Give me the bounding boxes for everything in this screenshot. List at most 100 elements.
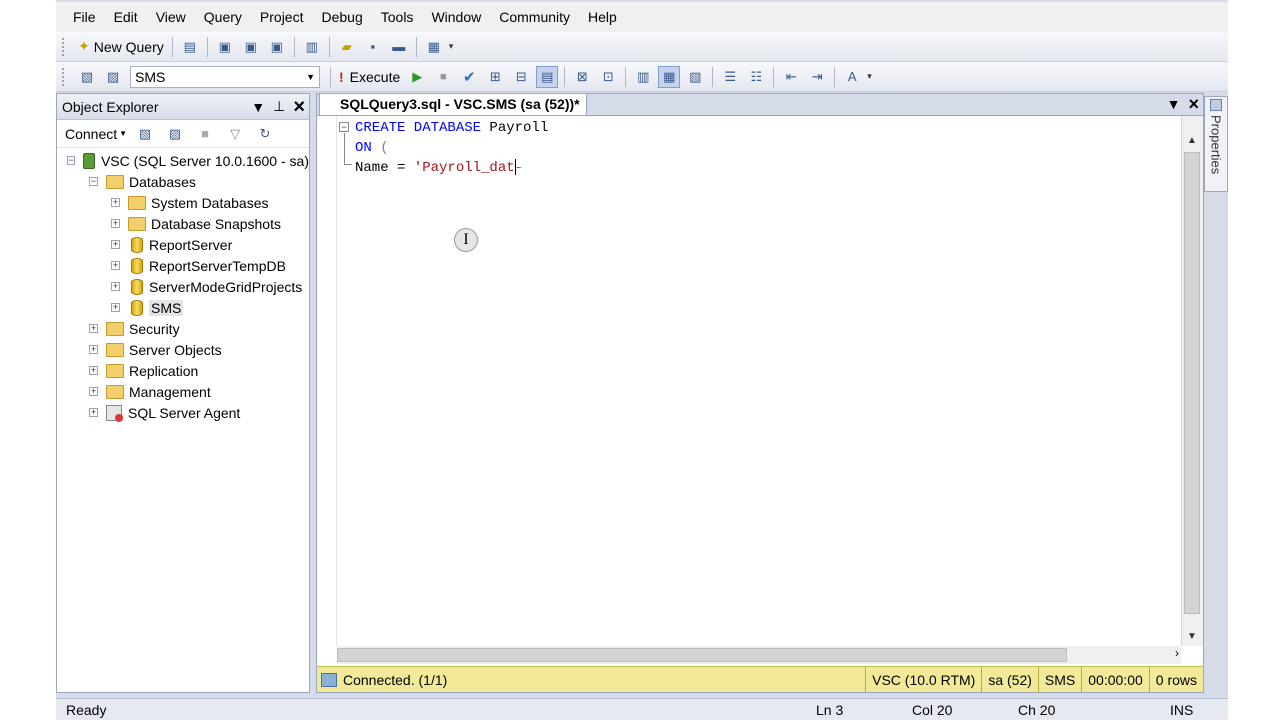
- tree-node-reportservertempdb[interactable]: + ReportServerTempDB: [57, 255, 309, 276]
- include-client-statistics-icon[interactable]: ⊡: [597, 66, 619, 88]
- open-file-icon[interactable]: ▰: [336, 36, 358, 58]
- editor-gutter: [317, 116, 337, 646]
- tree-node-label: Security: [129, 320, 180, 337]
- new-query-button[interactable]: ✦ New Query: [74, 38, 168, 55]
- expand-icon[interactable]: +: [89, 324, 98, 333]
- expand-icon[interactable]: +: [111, 261, 120, 270]
- query-designer-icon[interactable]: ⊟: [510, 66, 532, 88]
- toolbar-grip[interactable]: [62, 37, 68, 56]
- display-estimated-plan-icon[interactable]: ⊞: [484, 66, 506, 88]
- menu-community[interactable]: Community: [490, 5, 579, 29]
- menu-help[interactable]: Help: [579, 5, 626, 29]
- cancel-query-icon[interactable]: ■: [432, 66, 454, 88]
- scroll-up-icon[interactable]: ▲: [1182, 130, 1202, 150]
- toolbar-grip[interactable]: [62, 67, 68, 86]
- refresh-icon[interactable]: ↻: [254, 123, 276, 145]
- menu-tools[interactable]: Tools: [372, 5, 423, 29]
- parse-check-icon[interactable]: ✔: [458, 66, 480, 88]
- tree-node-system-databases[interactable]: + System Databases: [57, 192, 309, 213]
- horizontal-scroll-thumb[interactable]: [337, 648, 1067, 662]
- tree-node-database-snapshots[interactable]: + Database Snapshots: [57, 213, 309, 234]
- debug-play-icon[interactable]: ▶: [406, 66, 428, 88]
- query-status-bar: Connected. (1/1) VSC (10.0 RTM) sa (52) …: [317, 666, 1203, 693]
- analysis-services-mdx-icon[interactable]: ▣: [214, 36, 236, 58]
- tree-node-security[interactable]: + Security: [57, 318, 309, 339]
- expand-icon[interactable]: +: [111, 303, 120, 312]
- horizontal-scrollbar[interactable]: ›: [337, 646, 1181, 664]
- pin-icon[interactable]: ⊥: [273, 98, 285, 115]
- fold-line: [344, 133, 345, 165]
- vertical-scrollbar[interactable]: ▲ ▼: [1181, 116, 1203, 646]
- menu-edit[interactable]: Edit: [105, 5, 147, 29]
- active-files-dropdown-icon[interactable]: ▼: [1167, 96, 1181, 112]
- tree-node-servermodegridprojects[interactable]: + ServerModeGridProjects: [57, 276, 309, 297]
- tree-node-management[interactable]: + Management: [57, 381, 309, 402]
- analysis-services-xmla-icon[interactable]: ▣: [266, 36, 288, 58]
- expand-icon[interactable]: +: [89, 366, 98, 375]
- database-engine-query-icon[interactable]: ▤: [179, 36, 201, 58]
- sql-editor[interactable]: − CREATE DATABASE Payroll ON ( Name = 'P…: [317, 116, 1181, 646]
- execute-button[interactable]: ! Execute: [335, 69, 404, 85]
- close-icon[interactable]: ×: [1188, 95, 1199, 113]
- results-grid-toggle-icon[interactable]: ▦: [658, 65, 681, 88]
- collapse-region-icon[interactable]: −: [339, 122, 349, 132]
- expand-icon[interactable]: +: [111, 198, 120, 207]
- tree-node-server-objects[interactable]: + Server Objects: [57, 339, 309, 360]
- tree-node-server[interactable]: − VSC (SQL Server 10.0.1600 - sa): [57, 150, 309, 171]
- menu-debug[interactable]: Debug: [312, 5, 371, 29]
- specify-template-values-icon[interactable]: A: [841, 66, 863, 88]
- include-actual-plan-icon[interactable]: ⊠: [571, 66, 593, 88]
- expand-icon[interactable]: +: [111, 240, 120, 249]
- sql-compact-query-icon[interactable]: ▥: [301, 36, 323, 58]
- vertical-scroll-thumb[interactable]: [1184, 152, 1200, 614]
- connect-icon[interactable]: ▧: [76, 66, 98, 88]
- tree-node-sms[interactable]: + SMS: [57, 297, 309, 318]
- expand-icon[interactable]: +: [89, 387, 98, 396]
- database-icon: [131, 257, 143, 274]
- expand-icon[interactable]: +: [89, 345, 98, 354]
- stop-icon[interactable]: ■: [194, 123, 216, 145]
- tree-node-label: SQL Server Agent: [128, 404, 241, 421]
- expand-icon[interactable]: +: [111, 282, 120, 291]
- toolbar-overflow-icon[interactable]: ▾: [449, 41, 454, 52]
- tree-node-replication[interactable]: + Replication: [57, 360, 309, 381]
- expand-icon[interactable]: +: [89, 408, 98, 417]
- expand-icon[interactable]: +: [111, 219, 120, 228]
- activity-monitor-icon[interactable]: ▦: [423, 36, 445, 58]
- toolbar-separator: [206, 36, 208, 57]
- tab-sqlquery3[interactable]: SQLQuery3.sql - VSC.SMS (sa (52))*: [319, 93, 587, 115]
- menu-file[interactable]: File: [64, 5, 105, 29]
- comment-lines-icon[interactable]: ☰: [719, 66, 741, 88]
- disconnect-object-explorer-icon[interactable]: ▨: [164, 123, 186, 145]
- menu-project[interactable]: Project: [251, 5, 313, 29]
- decrease-indent-icon[interactable]: ⇤: [780, 66, 802, 88]
- collapse-icon[interactable]: −: [67, 156, 75, 165]
- print-icon[interactable]: ▬: [388, 36, 410, 58]
- collapse-icon[interactable]: −: [89, 177, 98, 186]
- close-icon[interactable]: ×: [293, 97, 305, 117]
- tree-node-sql-server-agent[interactable]: + SQL Server Agent: [57, 402, 309, 423]
- uncomment-lines-icon[interactable]: ☷: [745, 66, 767, 88]
- toolbar-overflow-icon[interactable]: ▾: [867, 71, 872, 82]
- menu-query[interactable]: Query: [195, 5, 251, 29]
- results-to-file-icon[interactable]: ▧: [684, 66, 706, 88]
- scroll-down-icon[interactable]: ▼: [1182, 626, 1202, 646]
- menu-window[interactable]: Window: [422, 5, 490, 29]
- window-position-icon[interactable]: ▼: [251, 99, 265, 115]
- tree-node-databases[interactable]: − Databases: [57, 171, 309, 192]
- available-databases-dropdown[interactable]: SMS ▼: [130, 65, 320, 88]
- results-to-grid-icon[interactable]: ▤: [536, 65, 559, 88]
- analysis-services-dmx-icon[interactable]: ▣: [240, 36, 262, 58]
- disconnect-icon[interactable]: ▨: [102, 66, 124, 88]
- scroll-right-icon[interactable]: ›: [1175, 646, 1179, 660]
- results-to-text-icon[interactable]: ▥: [632, 66, 654, 88]
- tree-node-reportserver[interactable]: + ReportServer: [57, 234, 309, 255]
- save-icon[interactable]: ▪: [362, 36, 384, 58]
- menu-view[interactable]: View: [147, 5, 195, 29]
- connect-dropdown-button[interactable]: Connect ▼: [65, 126, 127, 142]
- properties-side-tab[interactable]: Properties: [1204, 96, 1228, 192]
- increase-indent-icon[interactable]: ⇥: [806, 66, 828, 88]
- filter-icon[interactable]: ▽: [224, 123, 246, 145]
- connect-object-explorer-icon[interactable]: ▧: [134, 123, 156, 145]
- toolbar-separator: [773, 66, 775, 87]
